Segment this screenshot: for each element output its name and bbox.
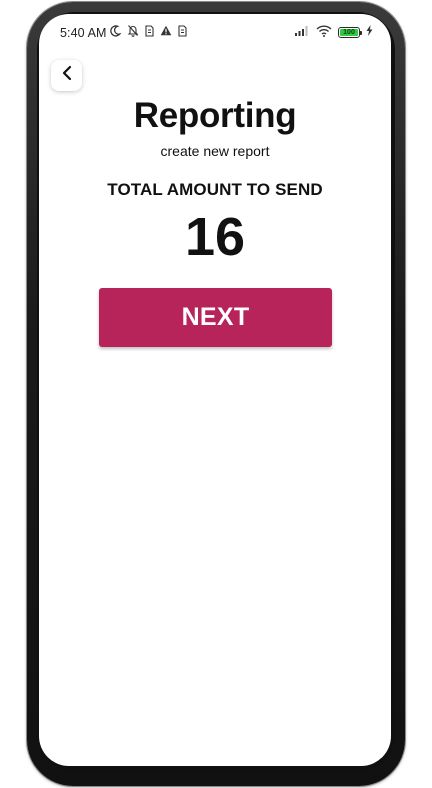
warning-icon: [160, 25, 172, 39]
charging-icon: [366, 25, 373, 39]
page-subtitle: create new report: [160, 143, 270, 159]
total-amount-value: 16: [184, 207, 246, 267]
bell-off-icon: [127, 24, 139, 40]
wifi-icon: [316, 24, 332, 40]
status-time: 5:40 AM: [60, 26, 107, 40]
status-icons-right: 100: [294, 24, 373, 40]
page-title: Reporting: [133, 96, 297, 135]
status-bar: 5:40 AM 100: [39, 14, 391, 50]
battery-level: 100: [343, 28, 355, 36]
next-button[interactable]: NEXT: [99, 288, 332, 347]
total-amount-label: TOTAL AMOUNT TO SEND: [107, 180, 323, 199]
sim-icon: [145, 24, 154, 40]
sim-icon-2: [178, 24, 187, 40]
chevron-left-icon: [60, 65, 74, 86]
status-icons-left: [110, 24, 187, 40]
app-screen: 5:40 AM 100 Reporting create new report …: [39, 14, 391, 766]
battery-icon: 100: [338, 26, 362, 38]
back-button[interactable]: [51, 60, 82, 91]
signal-icon: [294, 25, 310, 39]
moon-icon: [110, 24, 122, 40]
battery-cap: [360, 30, 362, 35]
